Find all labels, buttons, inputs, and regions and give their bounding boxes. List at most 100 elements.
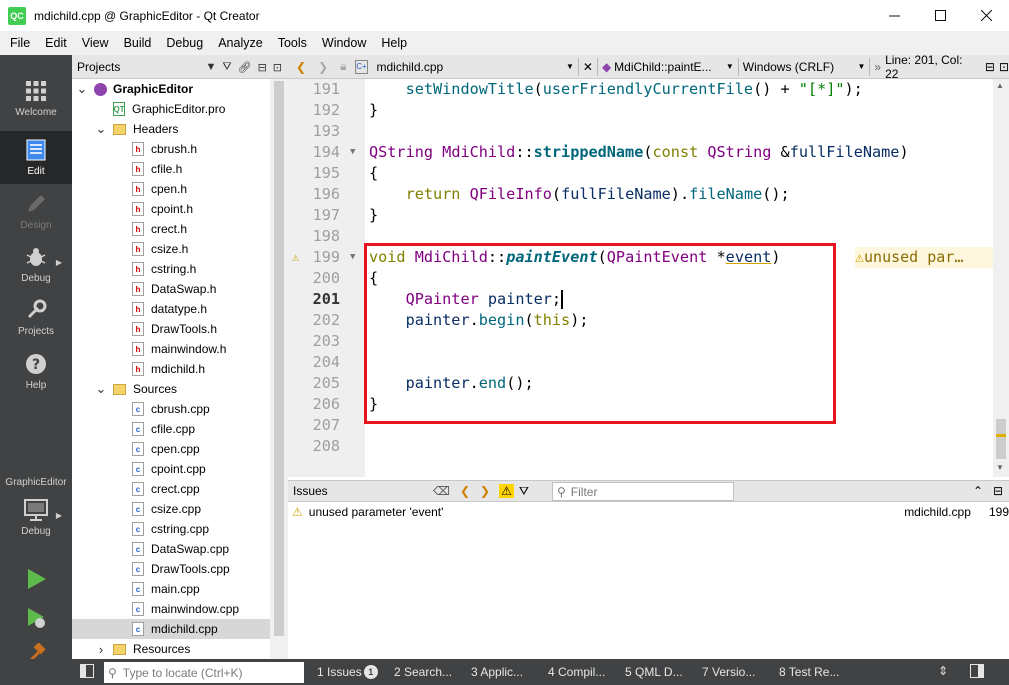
split-editor-icon[interactable]: ⊟ (985, 60, 995, 74)
toggle-right-sidebar-icon[interactable] (970, 664, 984, 681)
menu-file[interactable]: File (0, 36, 35, 50)
mode-welcome[interactable]: Welcome (0, 72, 72, 125)
menu-view[interactable]: View (72, 36, 114, 50)
close-button[interactable] (963, 0, 1009, 31)
code-line[interactable]: 195 { (288, 163, 993, 184)
tree-file[interactable]: h csize.h (72, 239, 270, 259)
mode-debug[interactable]: Debug ▶ (0, 238, 72, 291)
warning-icon[interactable]: ⚠ (292, 247, 299, 268)
output-tab-compile[interactable]: 4 Compil... (548, 659, 605, 685)
tree-file[interactable]: h mainwindow.h (72, 339, 270, 359)
open-document-dropdown[interactable]: mdichild.cpp (376, 60, 565, 74)
link-icon[interactable]: 🔗︎ (238, 61, 252, 74)
tree-file[interactable]: QT GraphicEditor.pro (72, 99, 270, 119)
code-line[interactable]: 206} (288, 394, 993, 415)
menu-edit[interactable]: Edit (35, 36, 72, 50)
cursor-position[interactable]: Line: 201, Col: 22 (885, 53, 979, 81)
menu-tools[interactable]: Tools (268, 36, 312, 50)
code-editor[interactable]: ⚠unused par… ▲ ▼ 191 setWindowTitle(user… (288, 79, 1009, 477)
issues-filter-input[interactable]: ⚲ Filter (552, 482, 734, 501)
mode-design[interactable]: Design (0, 185, 72, 238)
tree-file[interactable]: h mdichild.h (72, 359, 270, 379)
output-tab-application[interactable]: 3 Applic... (471, 659, 523, 685)
line-endings-dropdown[interactable]: Windows (CRLF) (743, 60, 858, 74)
chevron-down-icon[interactable]: ⌄ (95, 381, 107, 397)
prev-issue-icon[interactable]: ❮ (460, 484, 470, 498)
tree-file[interactable]: h crect.h (72, 219, 270, 239)
tree-file[interactable]: c mainwindow.cpp (72, 599, 270, 619)
tree-file[interactable]: c cstring.cpp (72, 519, 270, 539)
code-line[interactable]: 199 ⚠ ▼ void MdiChild::paintEvent(QPaintEve… (288, 247, 993, 268)
code-line[interactable]: 201 QPainter painter; (288, 289, 993, 310)
scroll-up-icon[interactable]: ▲ (996, 81, 1004, 90)
tree-file[interactable]: c cpen.cpp (72, 439, 270, 459)
code-line[interactable]: 193 (288, 121, 993, 142)
output-tab-qml-debugger[interactable]: 5 QML D... (625, 659, 683, 685)
tree-file[interactable]: c cbrush.cpp (72, 399, 270, 419)
tree-project[interactable]: ⌄ GraphicEditor (72, 79, 270, 99)
code-line[interactable]: 207 (288, 415, 993, 436)
output-options-icon[interactable]: ⇕ (938, 664, 948, 678)
show-warnings-toggle-icon[interactable]: ⚠ (499, 484, 514, 498)
code-line[interactable]: 194 ▼ QString MdiChild::strippedName(const… (288, 142, 993, 163)
code-line[interactable]: 202 painter.begin(this); (288, 310, 993, 331)
chevron-right-icon[interactable]: › (95, 642, 107, 657)
view-selector-dropdown-icon[interactable]: ▼ (205, 61, 216, 73)
minimize-button[interactable] (871, 0, 917, 31)
close-document-icon[interactable]: ✕ (583, 60, 593, 74)
split-icon[interactable]: ⊟ (258, 61, 267, 74)
close-pane-icon[interactable]: ⊟ (993, 484, 1003, 498)
code-line[interactable]: 208 (288, 436, 993, 457)
next-issue-icon[interactable]: ❯ (480, 484, 490, 498)
output-tab-issues[interactable]: 1 Issues 1 (317, 659, 378, 685)
code-line[interactable]: 204 (288, 352, 993, 373)
filter-icon[interactable]: ⛛ (222, 61, 231, 74)
tree-file[interactable]: c DrawTools.cpp (72, 559, 270, 579)
fold-marker-icon[interactable]: ▼ (350, 247, 355, 268)
tree-folder[interactable]: ⌄ Headers (72, 119, 270, 139)
code-line[interactable]: 192} (288, 100, 993, 121)
mode-help[interactable]: ? Help (0, 345, 72, 398)
tree-file[interactable]: h cbrush.h (72, 139, 270, 159)
tree-file[interactable]: h cpen.h (72, 179, 270, 199)
code-line[interactable]: 200 { (288, 268, 993, 289)
code-line[interactable]: 205 painter.end(); (288, 373, 993, 394)
tree-file[interactable]: c cpoint.cpp (72, 459, 270, 479)
code-line[interactable]: 191 setWindowTitle(userFriendlyCurrentFi… (288, 79, 993, 100)
tree-folder[interactable]: › Resources (72, 639, 270, 659)
mode-edit[interactable]: Edit (0, 131, 72, 184)
clean-icon[interactable]: ⌫ (433, 484, 450, 498)
output-tab-test-results[interactable]: 8 Test Re... (779, 659, 839, 685)
code-line[interactable]: 198 (288, 226, 993, 247)
forward-icon[interactable]: ❯ (318, 60, 328, 74)
output-tab-version-control[interactable]: 7 Versio... (702, 659, 755, 685)
tree-file[interactable]: c csize.cpp (72, 499, 270, 519)
symbol-dropdown-arrow-icon[interactable]: ▼ (726, 62, 734, 71)
tree-file[interactable]: c mdichild.cpp (72, 619, 270, 639)
tree-file[interactable]: c cfile.cpp (72, 419, 270, 439)
symbol-dropdown[interactable]: MdiChild::paintE... (614, 60, 726, 74)
close-split-icon[interactable]: ⊡ (999, 60, 1009, 74)
issues-filter-icon[interactable]: ⛛ (519, 484, 529, 499)
debug-run-button[interactable] (22, 604, 50, 632)
locator-input[interactable]: ⚲ Type to locate (Ctrl+K) (104, 662, 304, 683)
toggle-sidebar-icon[interactable] (80, 664, 94, 681)
tree-file[interactable]: h cfile.h (72, 159, 270, 179)
menu-build[interactable]: Build (114, 36, 157, 50)
tree-file[interactable]: c crect.cpp (72, 479, 270, 499)
code-line[interactable]: 203 (288, 331, 993, 352)
tree-folder[interactable]: ⌄ Sources (72, 379, 270, 399)
tree-file[interactable]: c DataSwap.cpp (72, 539, 270, 559)
mode-projects[interactable]: Projects (0, 291, 72, 344)
kit-selector[interactable]: Debug ▶ (0, 491, 72, 544)
scrollbar-thumb[interactable] (274, 81, 284, 636)
menu-debug[interactable]: Debug (156, 36, 208, 50)
tree-file[interactable]: h DataSwap.h (72, 279, 270, 299)
code-line[interactable]: 197} (288, 205, 993, 226)
run-button[interactable] (22, 565, 50, 593)
close-pane-icon[interactable]: ⊡ (273, 61, 282, 74)
code-line[interactable]: 196 return QFileInfo(fullFileName).fileN… (288, 184, 993, 205)
editor-scrollbar[interactable]: ▲ ▼ (993, 79, 1009, 477)
line-endings-arrow-icon[interactable]: ▼ (857, 62, 865, 71)
scroll-down-icon[interactable]: ▼ (996, 463, 1004, 472)
